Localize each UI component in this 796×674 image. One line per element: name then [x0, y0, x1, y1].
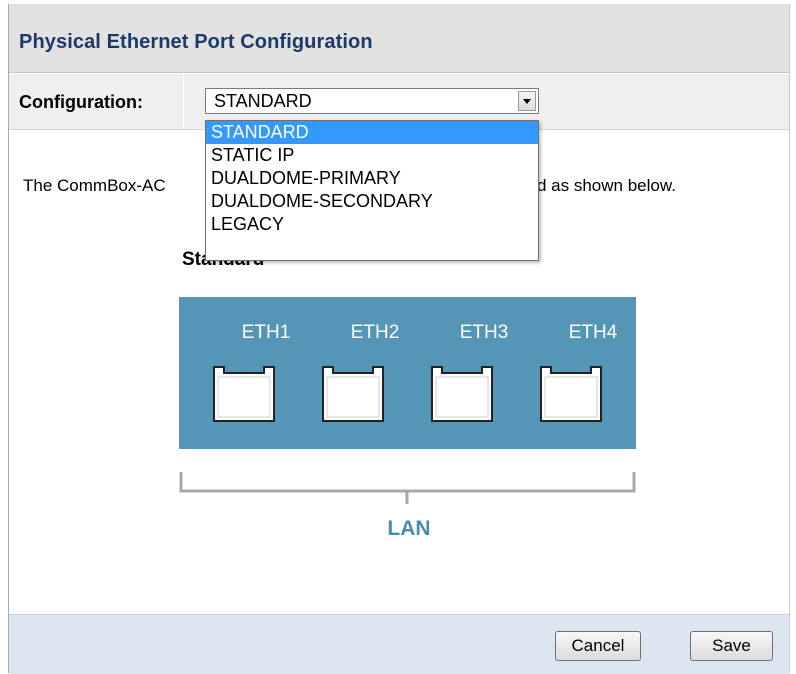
page-title: Physical Ethernet Port Configuration	[19, 31, 373, 53]
footer-bar: Cancel Save	[9, 614, 789, 674]
chevron-down-icon[interactable]	[518, 91, 536, 111]
configuration-dropdown[interactable]: STANDARD STATIC IP DUALDOME-PRIMARY DUAL…	[205, 120, 539, 261]
ethernet-jack-icon	[540, 366, 602, 422]
dropdown-option-dualdome-primary[interactable]: DUALDOME-PRIMARY	[206, 167, 538, 190]
dropdown-option-legacy[interactable]: LEGACY	[206, 213, 538, 236]
port-eth3: ETH3	[399, 297, 509, 449]
configuration-select-value: STANDARD	[214, 91, 312, 111]
lan-bracket	[179, 472, 636, 504]
lan-label: LAN	[387, 517, 431, 540]
dropdown-option-dualdome-secondary[interactable]: DUALDOME-SECONDARY	[206, 190, 538, 213]
ethernet-port-panel: ETH1 ETH2 ETH3 ETH4	[179, 297, 636, 449]
dropdown-option-standard[interactable]: STANDARD	[206, 121, 538, 144]
port-eth4: ETH4	[509, 297, 619, 449]
cancel-button[interactable]: Cancel	[555, 631, 641, 661]
configuration-select[interactable]: STANDARD	[205, 88, 539, 114]
configuration-label-cell: Configuration:	[9, 74, 184, 129]
ethernet-jack-icon	[213, 366, 275, 422]
config-panel: Physical Ethernet Port Configuration Con…	[8, 4, 790, 674]
port-eth2: ETH2	[289, 297, 399, 449]
description-text-end: d as shown below.	[537, 176, 676, 195]
configuration-label: Configuration:	[19, 92, 143, 112]
ethernet-jack-icon	[431, 366, 493, 422]
ethernet-jack-icon	[322, 366, 384, 422]
port-eth1: ETH1	[179, 297, 290, 449]
description-text: The CommBox-AC	[23, 176, 166, 195]
dropdown-option-static-ip[interactable]: STATIC IP	[206, 144, 538, 167]
title-bar: Physical Ethernet Port Configuration	[9, 4, 789, 73]
save-button[interactable]: Save	[690, 631, 773, 661]
port-label: ETH4	[568, 322, 618, 343]
